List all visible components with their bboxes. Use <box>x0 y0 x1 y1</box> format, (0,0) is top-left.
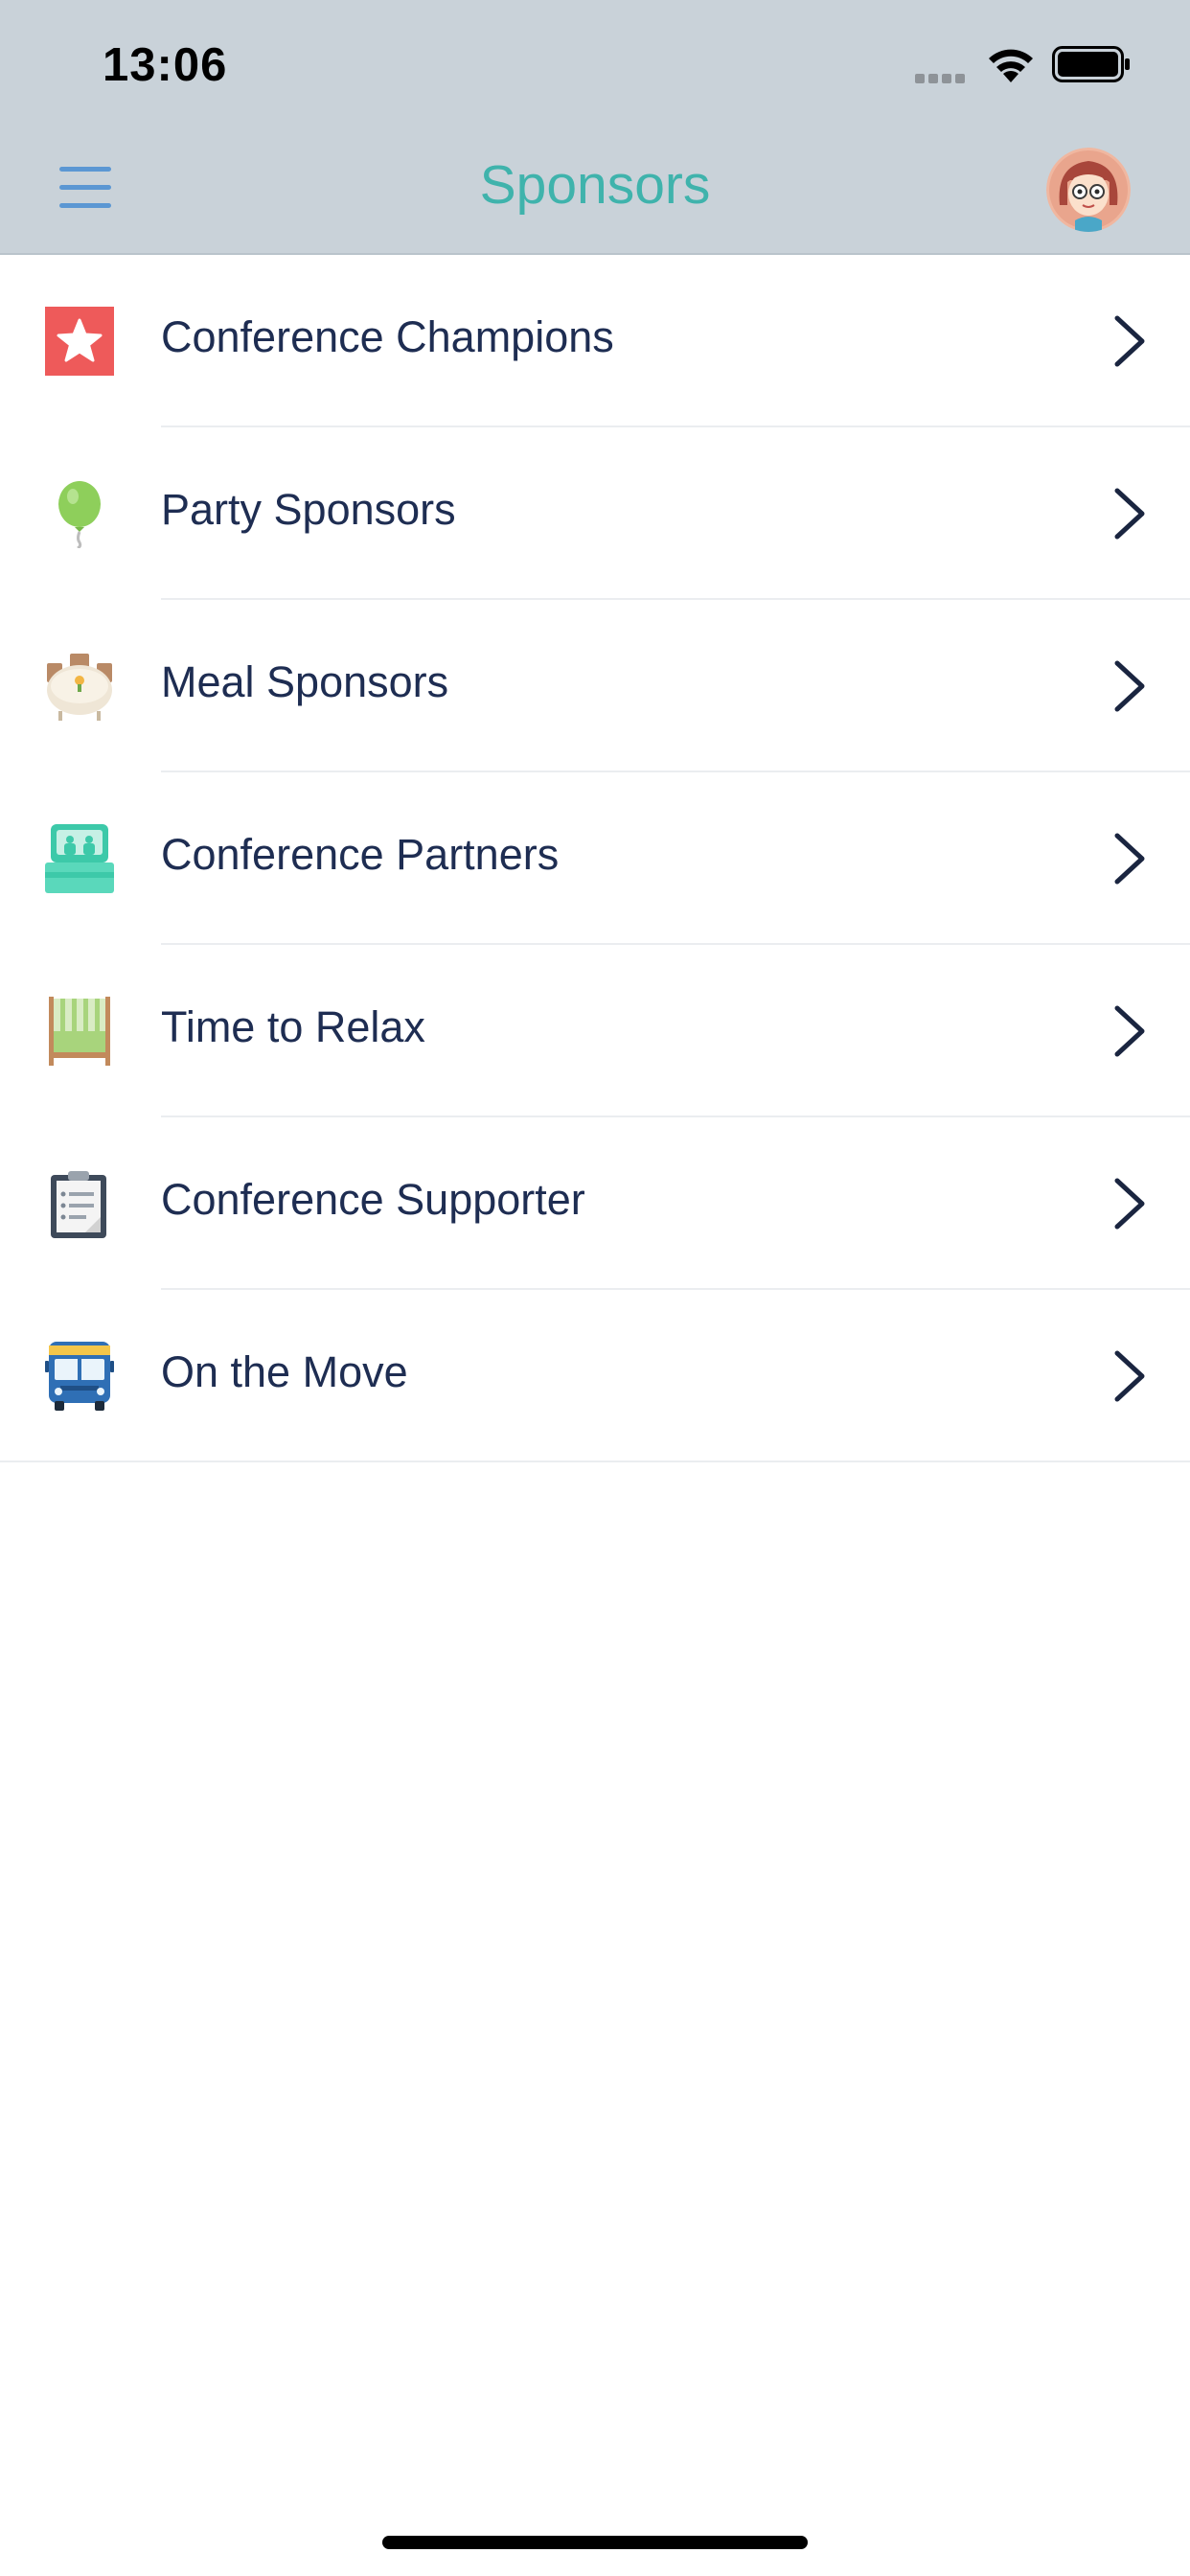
list-item-conference-supporter[interactable]: Conference Supporter <box>0 1117 1190 1290</box>
list-item-conference-champions[interactable]: Conference Champions <box>0 255 1190 427</box>
chevron-right-icon <box>1114 315 1145 367</box>
chevron-right-icon <box>1114 1178 1145 1230</box>
balloon-icon <box>45 479 114 548</box>
star-icon <box>45 307 114 376</box>
list-item-party-sponsors[interactable]: Party Sponsors <box>0 427 1190 600</box>
clipboard-icon <box>45 1169 114 1238</box>
booth-icon <box>45 824 114 893</box>
chevron-right-icon <box>1114 660 1145 712</box>
list-item-label: On the Move <box>161 1347 408 1396</box>
sponsor-category-list: Conference Champions Party Sponsors Meal… <box>0 255 1190 1462</box>
list-item-on-the-move[interactable]: On the Move <box>0 1290 1190 1462</box>
dining-table-icon <box>45 652 114 721</box>
list-item-label: Time to Relax <box>161 1002 425 1051</box>
bus-icon <box>45 1342 114 1411</box>
list-item-meal-sponsors[interactable]: Meal Sponsors <box>0 600 1190 772</box>
chevron-right-icon <box>1114 1350 1145 1402</box>
list-item-label: Conference Supporter <box>161 1175 585 1224</box>
list-item-conference-partners[interactable]: Conference Partners <box>0 772 1190 945</box>
battery-icon <box>1052 46 1130 82</box>
chevron-right-icon <box>1114 488 1145 540</box>
wifi-icon <box>989 49 1033 82</box>
list-item-label: Party Sponsors <box>161 485 456 534</box>
list-item-time-to-relax[interactable]: Time to Relax <box>0 945 1190 1117</box>
navigation-header: 13:06 Sponsors <box>0 0 1190 255</box>
status-bar-time: 13:06 <box>103 39 228 91</box>
list-item-label: Meal Sponsors <box>161 657 449 706</box>
page-title: Sponsors <box>479 154 711 216</box>
chevron-right-icon <box>1114 833 1145 885</box>
list-item-label: Conference Champions <box>161 312 614 361</box>
deck-chair-icon <box>45 997 114 1066</box>
home-indicator[interactable] <box>382 2536 808 2549</box>
cellular-signal-icon <box>915 71 969 88</box>
list-item-label: Conference Partners <box>161 830 560 879</box>
avatar[interactable] <box>1046 148 1131 232</box>
chevron-right-icon <box>1114 1005 1145 1057</box>
